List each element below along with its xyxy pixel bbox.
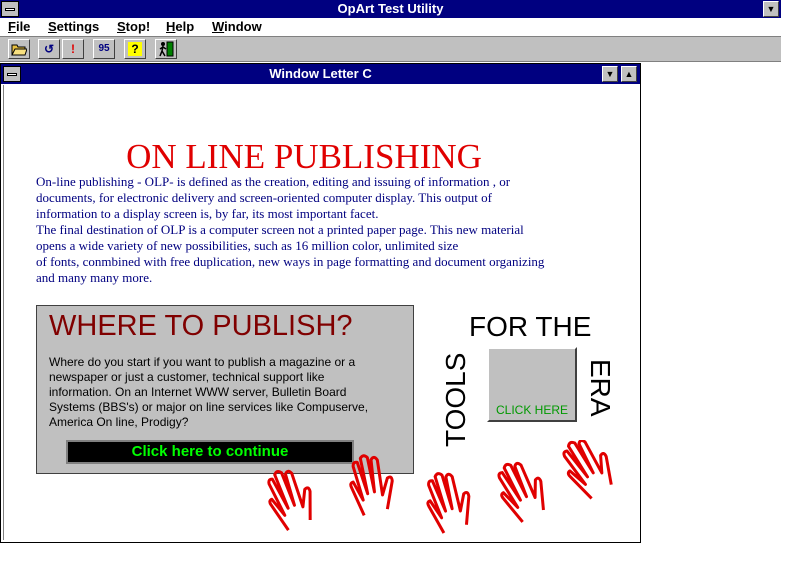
help-button[interactable]: ? [124, 39, 146, 59]
paragraph-line: of fonts, conmbined with free duplicatio… [36, 254, 545, 269]
menu-stop[interactable]: Stop! [117, 19, 150, 34]
hand-icon [497, 461, 545, 523]
open-folder-icon [11, 44, 28, 56]
paragraph-line: On-line publishing - OLP- is defined as … [36, 174, 511, 189]
panel-text-line: America On line, Prodigy? [49, 415, 189, 429]
app-title-bar: OpArt Test Utility ▼ [0, 0, 781, 18]
intro-paragraph: On-line publishing - OLP- is defined as … [36, 174, 616, 286]
paragraph-line: documents, for electronic delivery and s… [36, 190, 492, 205]
menu-file[interactable]: File [8, 19, 30, 34]
version-icon: 95 [98, 43, 110, 54]
raised-hands-illustration [267, 440, 613, 534]
system-menu-icon [5, 8, 15, 11]
hand-icon [562, 440, 613, 500]
tools-caption-right: ERA [585, 359, 616, 417]
hand-icon [267, 469, 312, 532]
child-window: Window Letter C ▼ ▲ ON LINE PUBLISHING O… [0, 63, 641, 543]
click-here-button[interactable]: CLICK HERE [487, 347, 577, 422]
panel-title: WHERE TO PUBLISH? [49, 310, 353, 342]
panel-text-line: newspaper or just a customer, technical … [49, 370, 325, 384]
child-minimize-button[interactable]: ▼ [602, 66, 618, 82]
child-title-bar: Window Letter C ▼ ▲ [1, 64, 640, 84]
menu-window[interactable]: Window [212, 19, 262, 34]
tools-caption-left: TOOLS [440, 352, 471, 447]
menu-settings[interactable]: Settings [48, 19, 99, 34]
panel-text: Where do you start if you want to publis… [49, 355, 404, 430]
exit-button[interactable] [155, 39, 177, 59]
panel-text-line: Systems (BBS's) or major on line service… [49, 400, 369, 414]
click-here-label: CLICK HERE [495, 403, 569, 417]
exit-icon [159, 41, 174, 57]
alert-icon: ! [71, 42, 75, 56]
app-title: OpArt Test Utility [337, 1, 444, 16]
system-menu-button[interactable] [1, 1, 19, 17]
child-maximize-button[interactable]: ▲ [621, 66, 637, 82]
version-button[interactable]: 95 [93, 39, 115, 59]
refresh-icon: ↺ [43, 42, 55, 56]
tools-caption-top: FOR THE [469, 311, 592, 342]
child-system-menu-button[interactable] [3, 66, 21, 82]
paragraph-line: and many many more. [36, 270, 153, 285]
toolbar: ↺ ! 95 ? [0, 36, 781, 62]
paragraph-line: The final destination of OLP is a comput… [36, 222, 524, 237]
minimize-button[interactable]: ▼ [763, 1, 779, 17]
paragraph-line: information to a display screen is, by f… [36, 206, 379, 221]
hand-icon [349, 454, 394, 516]
help-icon: ? [128, 42, 142, 56]
open-button[interactable] [8, 39, 30, 59]
panel-text-line: information. On an Internet WWW server, … [49, 385, 347, 399]
menu-help[interactable]: Help [166, 19, 194, 34]
hand-icon [426, 472, 471, 534]
stop-button[interactable]: ! [62, 39, 84, 59]
child-content: ON LINE PUBLISHING On-line publishing - … [3, 85, 639, 540]
page-heading: ON LINE PUBLISHING [126, 137, 482, 176]
refresh-button[interactable]: ↺ [38, 39, 60, 59]
child-title: Window Letter C [269, 66, 372, 81]
menu-bar: File Settings Stop! Help Window [0, 18, 781, 36]
paragraph-line: opens a wide variety of new possibilitie… [36, 238, 459, 253]
panel-text-line: Where do you start if you want to publis… [49, 355, 356, 369]
child-system-menu-icon [7, 73, 17, 76]
